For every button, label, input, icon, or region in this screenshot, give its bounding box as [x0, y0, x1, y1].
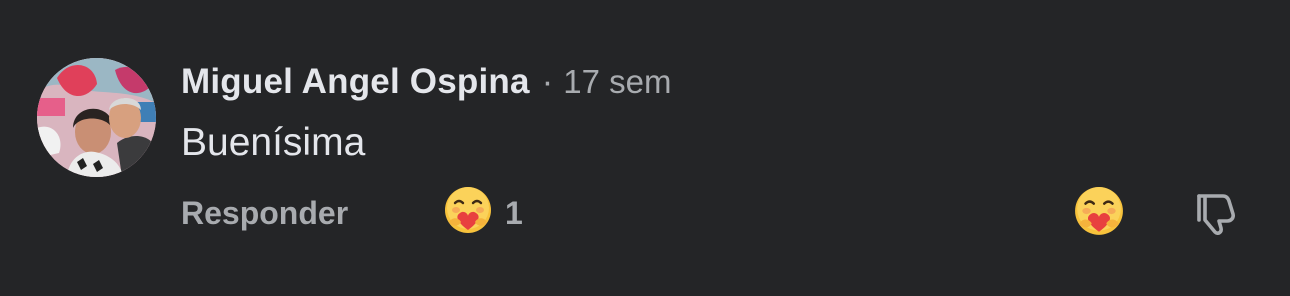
comment-header: Miguel Angel Ospina · 17 sem — [181, 60, 672, 104]
reaction-summary[interactable]: 1 — [443, 186, 523, 241]
care-hug-emoji-icon — [1073, 187, 1125, 242]
comment-item: Miguel Angel Ospina · 17 sem Buenísima R… — [0, 0, 1290, 296]
care-hug-emoji-icon — [443, 186, 493, 241]
reply-button[interactable]: Responder — [181, 193, 348, 233]
react-button[interactable] — [1073, 186, 1125, 238]
reaction-count: 1 — [505, 194, 523, 231]
timestamp[interactable]: 17 sem — [563, 63, 671, 101]
thumbs-down-icon — [1193, 190, 1239, 236]
avatar[interactable] — [37, 58, 156, 177]
dislike-button[interactable] — [1193, 190, 1239, 236]
separator-dot: · — [541, 62, 554, 101]
author-name[interactable]: Miguel Angel Ospina — [181, 62, 530, 102]
comment-text: Buenísima — [181, 121, 366, 164]
